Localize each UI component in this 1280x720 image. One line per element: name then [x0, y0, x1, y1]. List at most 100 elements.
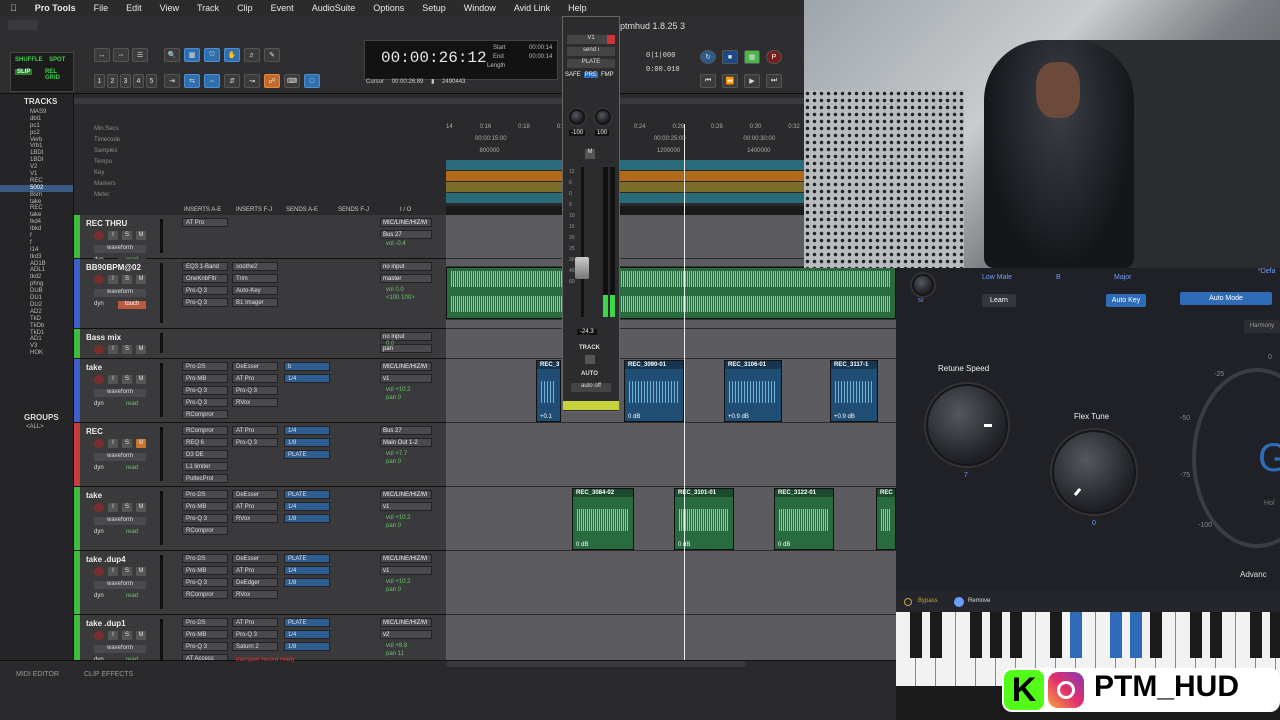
insert-slot-fj[interactable]: DeEdger [232, 578, 278, 587]
pan-readout[interactable]: pan 0 [386, 395, 401, 401]
insert-slot[interactable]: PultecProl [182, 474, 228, 483]
track-list-item[interactable]: DU1 [0, 295, 73, 302]
insert-slot[interactable]: Pro-MB [182, 630, 228, 639]
trim-tool-icon[interactable]: ▦ [184, 48, 200, 62]
track-list-item[interactable]: V1 [0, 171, 73, 178]
io-selector[interactable]: Bus 27 [380, 230, 432, 239]
input-monitor-button[interactable]: I [108, 275, 118, 284]
piano-black-key[interactable] [1250, 612, 1262, 658]
volume-readout[interactable]: vol 0.0 [386, 287, 404, 293]
insert-slot[interactable]: D3 DE [182, 450, 228, 459]
pan-readout[interactable]: <100 100> [386, 295, 415, 301]
audio-clip[interactable]: REC_3090-01 0 dB [624, 360, 684, 422]
io-selector[interactable]: MIC/LINE/HIZ/M [380, 554, 432, 563]
track-list-item[interactable]: ADL1 [0, 267, 73, 274]
input-monitor-button[interactable]: I [108, 345, 118, 354]
track-list-item[interactable]: 5002 [0, 184, 73, 192]
audio-clip[interactable]: REC [876, 488, 896, 550]
solo-button[interactable]: S [122, 231, 132, 240]
minsecs-ruler[interactable]: 140:160:180:200:220:240:260:280:300:32 [446, 124, 804, 134]
insert-slot-fj[interactable]: Pro-Q 3 [232, 438, 278, 447]
piano-black-key[interactable] [1150, 612, 1162, 658]
preset-name[interactable]: *Defa [1258, 268, 1276, 275]
audio-clip[interactable]: REC_3084-02 0 dB [572, 488, 634, 550]
io-selector[interactable]: v1 [380, 502, 432, 511]
io-selector[interactable]: MIC/LINE/HIZ/M [380, 362, 432, 371]
track-name[interactable]: take [86, 363, 102, 372]
main-counter[interactable]: 00:00:26:12 [381, 49, 487, 67]
menu-track[interactable]: Track [197, 3, 219, 13]
end-value[interactable]: 00:00:14 [529, 54, 552, 60]
track-list-item[interactable]: REC [0, 205, 73, 212]
send-slot[interactable]: PLATE [284, 490, 330, 499]
track-list-item[interactable]: HOK [0, 350, 73, 357]
track-name[interactable]: take [86, 491, 102, 500]
send-slot[interactable]: 1/8 [284, 642, 330, 651]
samples-ruler[interactable]: 800000100000012000001400000 [446, 148, 804, 158]
track-list-item[interactable]: REC [0, 178, 73, 185]
mute-button[interactable]: M [136, 375, 146, 384]
nudge-value[interactable]: 0|1|000 [646, 52, 675, 60]
input-monitor-button[interactable]: I [108, 567, 118, 576]
track-view-selector[interactable]: waveform [94, 289, 146, 297]
track-list-item[interactable]: take [0, 199, 73, 206]
menu-clip[interactable]: Clip [237, 3, 253, 13]
insert-slot-fj[interactable]: DeEsser [232, 554, 278, 563]
send-slot[interactable]: 1/4 [284, 426, 330, 435]
insert-slot[interactable]: Pro-DS [182, 618, 228, 627]
online-icon[interactable]: ▦ [744, 50, 760, 64]
window-controls[interactable] [8, 20, 38, 30]
menu-help[interactable]: Help [568, 3, 587, 13]
send-slot[interactable]: 1/4 [284, 502, 330, 511]
range-dropdown[interactable]: Low Male [982, 274, 1012, 281]
track-list-item[interactable]: dbl1 [0, 116, 73, 123]
insert-slot[interactable]: Pro-MB [182, 566, 228, 575]
automation-follows-icon[interactable]: ↝ [244, 74, 260, 88]
volume-readout[interactable]: vol +10.2 [386, 579, 411, 585]
track-list-item[interactable]: pc1 [0, 123, 73, 130]
scale-dropdown[interactable]: Major [1114, 274, 1132, 281]
insert-slot[interactable]: RCompror [182, 526, 228, 535]
insert-slot[interactable]: Pro-Q 3 [182, 386, 228, 395]
track-list-item[interactable]: TkD [0, 316, 73, 323]
pan-right-knob[interactable] [595, 109, 611, 125]
mute-button[interactable]: M [136, 631, 146, 640]
scrubber-tool-icon[interactable]: ♬ [244, 48, 260, 62]
solo-button[interactable]: S [122, 631, 132, 640]
track-list-item[interactable]: 1BDI [0, 150, 73, 157]
piano-black-key[interactable] [970, 612, 982, 658]
track-name[interactable]: BB90BPM@02 [86, 263, 141, 272]
io-selector[interactable]: v1 [380, 566, 432, 575]
track-list-item[interactable]: 1BDI [0, 157, 73, 164]
send-slot[interactable]: 1/4 [284, 566, 330, 575]
mute-button[interactable]: M [585, 149, 595, 159]
volume-readout[interactable]: vol +7.7 [386, 451, 407, 457]
send-slot[interactable]: 1/4 [284, 374, 330, 383]
piano-black-key[interactable] [1010, 612, 1022, 658]
auto-key-button[interactable]: Auto Key [1106, 294, 1146, 307]
track-name[interactable]: REC THRU [86, 219, 127, 228]
track-view-selector[interactable]: waveform [94, 453, 146, 461]
zoomer-tool-icon[interactable]: 🔍 [164, 48, 180, 62]
zoom-out-icon[interactable]: ↔ [94, 48, 110, 62]
track-name[interactable]: REC [86, 427, 103, 436]
track-list-item[interactable]: tkd3 [0, 254, 73, 261]
beat-clip[interactable] [446, 267, 896, 319]
input-monitor-button[interactable]: I [108, 231, 118, 240]
piano-black-key[interactable] [1110, 612, 1122, 658]
commands-focus-icon[interactable]: □ [304, 74, 320, 88]
track-list-item[interactable]: I14 [0, 247, 73, 254]
insert-slot[interactable]: RCompror [182, 426, 228, 435]
insert-slot-fj[interactable]: RVox [232, 514, 278, 523]
strip-send[interactable]: send i [567, 47, 615, 56]
fmp-button[interactable]: FMP [601, 72, 614, 78]
insert-slot-fj[interactable]: Pro-Q 3 [232, 630, 278, 639]
menu-view[interactable]: View [160, 3, 179, 13]
end-icon[interactable]: ⏭ [766, 74, 782, 88]
insert-slot-fj[interactable]: B1 Imager [232, 298, 278, 307]
automation-mode-selector[interactable]: read [118, 401, 146, 409]
insert-slot[interactable]: Pro-DS [182, 554, 228, 563]
track-view-selector[interactable]: waveform [94, 645, 146, 653]
timecode-ruler[interactable]: 00:00:15:0000:00:20:0000:00:25:0000:00:3… [446, 136, 804, 146]
insert-slot[interactable]: RCompror [182, 410, 228, 419]
